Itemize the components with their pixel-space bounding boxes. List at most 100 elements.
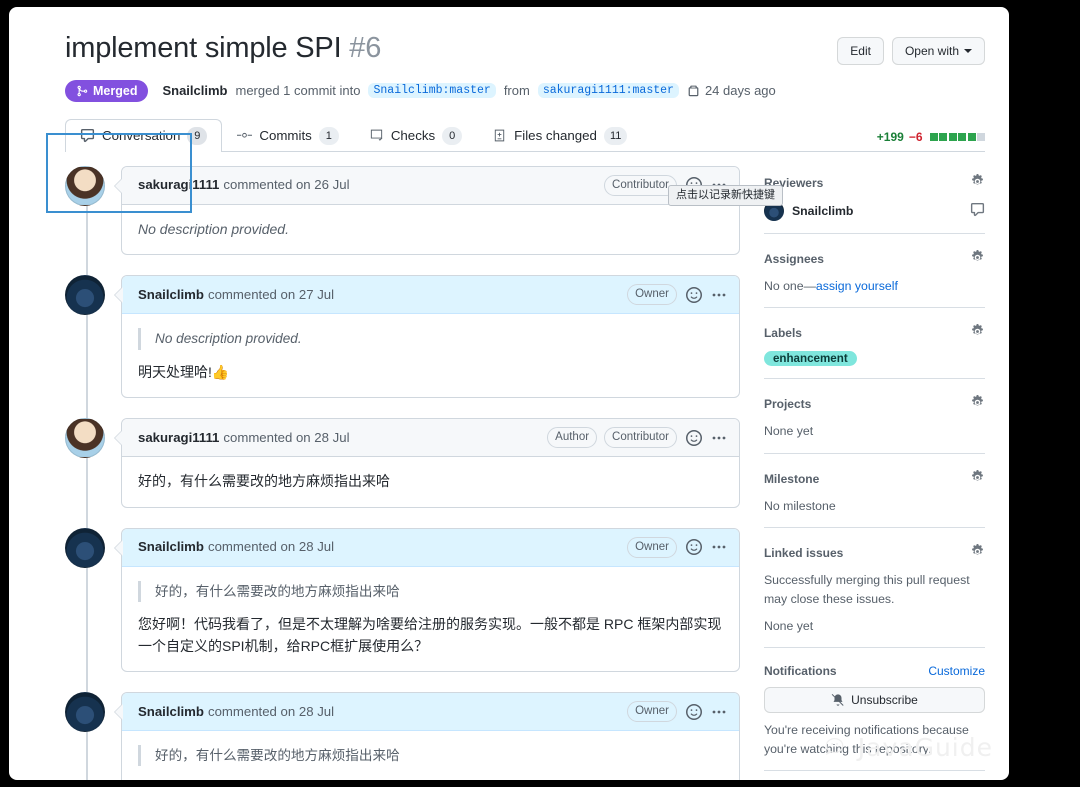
merged-by-user[interactable]: Snailclimb <box>162 83 227 98</box>
comment-author[interactable]: sakuragi1111 <box>138 428 219 448</box>
head-branch[interactable]: sakuragi1111:master <box>537 83 679 99</box>
linked-issues-empty: None yet <box>763 618 814 633</box>
pr-title-text: implement simple SPI <box>65 32 342 64</box>
role-badge: Owner <box>627 284 677 306</box>
comment-author[interactable]: Snailclimb <box>138 285 204 305</box>
role-badge-contributor: Contributor <box>604 427 677 449</box>
tab-checks-count: 0 <box>442 126 463 145</box>
gear-icon[interactable] <box>970 469 985 488</box>
comment-meta: commented on 27 Jul <box>207 286 335 302</box>
comment-meta: commented on 28 Jul <box>223 429 350 445</box>
diffstat-blocks <box>929 132 985 141</box>
merged-timestamp: 24 days ago <box>687 83 776 98</box>
commit-icon <box>237 133 253 138</box>
gear-icon[interactable] <box>970 544 985 562</box>
role-badge: Contributor <box>604 174 677 196</box>
comment-header: sakuragi1111 commented on 26 Jul Contrib… <box>122 166 739 205</box>
timeline-comment: sakuragi1111 commented on 28 Jul Author … <box>65 418 740 508</box>
merged-text: merged 1 commit into <box>235 83 361 99</box>
assign-yourself-link[interactable]: assign yourself <box>816 279 898 293</box>
open-with-button[interactable]: Open with <box>891 37 985 65</box>
avatar[interactable] <box>65 527 105 568</box>
comment-menu-icon[interactable] <box>711 287 727 303</box>
gear-icon[interactable] <box>970 249 985 268</box>
diffstat-block <box>967 132 976 141</box>
tab-checks[interactable]: Checks 0 <box>354 119 477 152</box>
comment-author[interactable]: sakuragi1111 <box>138 175 219 195</box>
chevron-down-icon <box>964 49 972 53</box>
comment-header: Snailclimb commented on 28 Jul Owner <box>122 528 739 567</box>
avatar[interactable] <box>65 692 105 733</box>
sidebar-section-projects: Projects None yet <box>763 391 985 454</box>
edit-button[interactable]: Edit <box>837 37 884 65</box>
comment-author[interactable]: Snailclimb <box>138 537 204 557</box>
sidebar-section-milestone: Milestone No milestone <box>763 466 985 529</box>
pr-meta-row: Merged Snailclimb merged 1 commit into S… <box>65 79 985 102</box>
gear-icon[interactable] <box>970 324 985 342</box>
comment-author[interactable]: Snailclimb <box>138 702 204 722</box>
review-comment-icon[interactable] <box>970 202 985 220</box>
browser-window: implement simple SPI #6 Edit Open with M… <box>9 7 1009 780</box>
add-reaction-icon[interactable] <box>685 286 702 303</box>
avatar[interactable] <box>65 165 105 206</box>
tab-commits[interactable]: Commits 1 <box>222 119 353 152</box>
label-chip-enhancement[interactable]: enhancement <box>763 351 857 367</box>
role-badge: Owner <box>627 536 677 558</box>
status-badge: Merged <box>65 79 149 102</box>
pr-body: sakuragi1111 commented on 26 Jul Contrib… <box>9 152 1009 780</box>
comment-meta: commented on 28 Jul <box>207 539 335 555</box>
comment-card: Snailclimb commented on 28 Jul Owner 好的，… <box>114 527 740 673</box>
gear-icon[interactable] <box>970 395 985 413</box>
diffstat: +199 −6 <box>877 130 985 144</box>
sidebar-heading: Projects <box>764 395 985 413</box>
comment-header: Snailclimb commented on 28 Jul Owner <box>122 693 739 732</box>
reviewer-name: Snailclimb <box>791 203 854 218</box>
milestone-empty: No milestone <box>763 498 836 513</box>
comment-header: sakuragi1111 commented on 28 Jul Author … <box>122 419 739 458</box>
customize-link[interactable]: Customize <box>928 664 985 678</box>
diffstat-block-empty <box>977 132 985 141</box>
timeline-comment: Snailclimb commented on 28 Jul Owner 好的，… <box>65 527 740 673</box>
comment-paragraph: 明天处理哈!👍 <box>138 363 230 380</box>
gear-icon[interactable] <box>970 173 985 192</box>
timestamp-text: 24 days ago <box>704 83 776 99</box>
title-row: implement simple SPI #6 Edit Open with <box>65 31 985 66</box>
add-reaction-icon[interactable] <box>685 429 702 446</box>
comment-paragraph: 好的，有什么需要改的地方麻烦指出来哈 <box>138 473 390 490</box>
timeline-comment: Snailclimb commented on 28 Jul Owner 好的，… <box>65 692 740 780</box>
timeline-comment: sakuragi1111 commented on 26 Jul Contrib… <box>65 165 740 256</box>
comment-menu-icon[interactable] <box>711 430 727 446</box>
unsubscribe-button[interactable]: Unsubscribe <box>763 687 985 714</box>
reviewer-item[interactable]: Snailclimb <box>763 200 985 221</box>
linked-issues-title: Linked issues <box>763 546 844 561</box>
comment-meta: commented on 28 Jul <box>207 703 335 719</box>
comment-quote: 好的，有什么需要改的地方麻烦指出来哈 <box>138 745 723 767</box>
add-reaction-icon[interactable] <box>685 539 702 556</box>
merge-icon <box>77 85 88 97</box>
avatar[interactable] <box>65 275 105 316</box>
pull-request-page: implement simple SPI #6 Edit Open with M… <box>9 7 1009 780</box>
comment-menu-icon[interactable] <box>711 539 727 555</box>
linked-issues-description: Successfully merging this pull request m… <box>763 573 970 606</box>
tab-conversation[interactable]: Conversation 9 <box>65 118 223 152</box>
sidebar-heading: Labels <box>764 324 985 342</box>
comment-card: sakuragi1111 commented on 28 Jul Author … <box>114 418 740 508</box>
add-reaction-icon[interactable] <box>685 703 702 720</box>
pr-number: #6 <box>349 32 382 64</box>
comment-body: 好的，有什么需要改的地方麻烦指出来哈 我看Dubbo的源码以及其他类似的框架是这… <box>122 731 739 780</box>
pr-tabbar: Conversation 9 Commits 1 Checks 0 Files … <box>65 118 985 152</box>
comment-card: sakuragi1111 commented on 26 Jul Contrib… <box>114 165 740 256</box>
base-branch[interactable]: Snailclimb:master <box>368 83 496 99</box>
labels-title: Labels <box>763 326 802 341</box>
unsubscribe-label: Unsubscribe <box>851 693 918 708</box>
comment-paragraph: 您好啊！代码我看了，但是不太理解为啥要给注册的服务实现。一般不都是 RPC 框架… <box>138 615 722 654</box>
sidebar-heading: Linked issues <box>764 544 985 562</box>
clipboard-icon <box>688 85 699 97</box>
comment-card: Snailclimb commented on 28 Jul Owner 好的，… <box>114 692 740 780</box>
avatar[interactable] <box>65 418 105 459</box>
comment-menu-icon[interactable] <box>711 704 727 720</box>
sidebar-heading: Assignees <box>764 249 985 268</box>
checklist-icon <box>370 129 383 142</box>
comment-paragraph: 我看Dubbo的源码以及其他类似的框架是这样做的。 <box>138 778 723 780</box>
tab-files-changed[interactable]: Files changed 11 <box>477 119 642 152</box>
